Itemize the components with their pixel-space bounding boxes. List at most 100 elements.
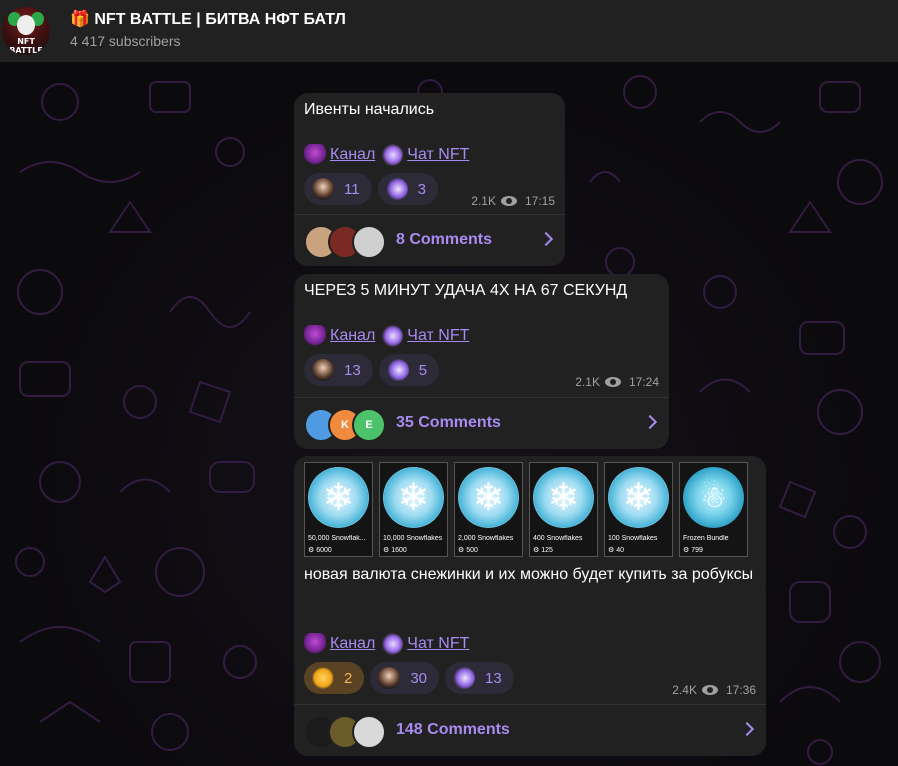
card-price: ⚙ 40 [608,547,625,554]
image-grid[interactable]: ❄ 50,000 Snowflak... ⚙ 6000 ❄ 10,000 Sno… [304,462,754,557]
reaction-chip[interactable]: 5 [378,354,440,386]
card-price: ⚙ 1600 [383,547,407,554]
reaction-chip[interactable]: 11 [304,173,372,205]
card-price: ⚙ 500 [458,547,478,554]
card-name: 10,000 Snowflakes [383,535,443,542]
reaction-chip[interactable]: 13 [445,662,514,694]
link-chat[interactable]: Чат NFT [407,635,469,653]
channel-title[interactable]: 🎁 NFT BATTLE | БИТВА НФТ БАТЛ [70,9,346,29]
card-price-value: 125 [541,547,553,554]
avatar-logo-text: NFT BATTLE [9,37,43,55]
card-price-value: 799 [691,547,703,554]
star-icon [312,667,334,689]
chat-emoji-icon [381,325,404,347]
reaction-chip-paid[interactable]: 2 [304,662,365,694]
link-chat[interactable]: Чат NFT [407,327,469,345]
card-name: 400 Snowflakes [533,535,583,542]
snowflake-icon: ❄ [397,475,430,519]
man-emoji-icon [312,359,334,381]
subscriber-count: 4 417 subscribers [70,33,181,49]
post-links: Канал Чат NFT [304,324,475,348]
snowflake-icon: ❄ [472,475,505,519]
link-kanal[interactable]: Канал [330,635,375,653]
reaction-count: 5 [418,361,428,379]
commenter-avatar [352,225,386,259]
commenter-avatars [304,715,388,749]
ghost-emoji-icon [385,178,408,200]
kanal-emoji-icon [304,633,326,655]
snowflake-icon: ❄ [547,475,580,519]
man-emoji-icon [378,667,401,689]
snowflake-card[interactable]: ❄ 100 Snowflakes ⚙ 40 [604,462,673,557]
channel-avatar[interactable]: NFT BATTLE [2,7,50,55]
kanal-emoji-icon [304,144,326,166]
chat-emoji-icon [381,144,404,166]
link-kanal[interactable]: Канал [330,146,375,164]
snowflake-icon: ❄ [622,475,655,519]
chevron-right-icon [739,721,755,737]
card-name: 100 Snowflakes [608,535,658,542]
post-links: Канал Чат NFT [304,143,475,167]
avatar-face [17,15,35,35]
post-links: Канал Чат NFT [304,632,475,656]
snowflake-card[interactable]: ❄ 400 Snowflakes ⚙ 125 [529,462,598,557]
snowflake-card[interactable]: ❄ 50,000 Snowflak... ⚙ 6000 [304,462,373,557]
post-meta: 2.1K 17:15 [471,193,555,209]
snowflake-icon: ❄ [322,475,355,519]
reaction-chip[interactable]: 30 [370,662,440,694]
comments-button[interactable]: 148 Comments [294,704,766,756]
reaction-count: 3 [417,180,426,198]
view-count: 2.4K [672,683,697,697]
post-text: новая валюта снежинки и их можно будет к… [304,566,754,583]
card-name: Frozen Bundle [683,535,729,542]
chat-area[interactable]: Ивенты начались Канал Чат NFT 11 3 2.1K … [0,62,898,766]
post-meta: 2.1K 17:24 [575,374,659,390]
reaction-bar: 2 30 13 [304,662,520,694]
eye-icon [701,685,718,695]
post-time: 17:36 [725,683,756,697]
post-bubble[interactable]: ❄ 50,000 Snowflak... ⚙ 6000 ❄ 10,000 Sno… [294,456,766,756]
snowflake-card[interactable]: ❄ 10,000 Snowflakes ⚙ 1600 [379,462,448,557]
eye-icon [604,377,621,387]
commenter-avatars: K E [304,408,388,442]
card-price-value: 40 [616,547,625,554]
comments-label: 8 Comments [396,231,493,248]
reaction-count: 2 [344,669,353,687]
post-bubble[interactable]: ЧЕРЕЗ 5 МИНУТ УДАЧА 4Х НА 67 СЕКУНД Кана… [294,274,669,449]
comments-label: 148 Comments [396,721,510,738]
chevron-right-icon [538,231,554,247]
post-time: 17:15 [524,194,555,208]
chevron-right-icon [642,414,658,430]
frozen-bundle-card[interactable]: ☃ Frozen Bundle ⚙ 799 [679,462,748,557]
ghost-emoji-icon [453,667,476,689]
post-text: ЧЕРЕЗ 5 МИНУТ УДАЧА 4Х НА 67 СЕКУНД [304,282,628,299]
card-price: ⚙ 799 [683,547,703,554]
reaction-chip[interactable]: 13 [304,354,373,386]
frozen-creature-icon: ☃ [700,480,727,515]
card-price-value: 1600 [391,547,407,554]
post-text: Ивенты начались [304,101,435,118]
reaction-count: 11 [344,180,360,198]
comments-label: 35 Comments [396,414,501,431]
commenter-avatar [352,715,386,749]
link-kanal[interactable]: Канал [330,327,375,345]
channel-header[interactable]: NFT BATTLE 🎁 NFT BATTLE | БИТВА НФТ БАТЛ… [0,0,898,62]
link-chat[interactable]: Чат NFT [407,146,469,164]
commenter-avatar: E [352,408,386,442]
kanal-emoji-icon [304,325,326,347]
card-price: ⚙ 6000 [308,547,332,554]
reaction-count: 13 [344,361,361,379]
post-bubble[interactable]: Ивенты начались Канал Чат NFT 11 3 2.1K … [294,93,565,266]
post-time: 17:24 [628,375,659,389]
man-emoji-icon [312,178,334,200]
comments-button[interactable]: 8 Comments [294,214,565,266]
reaction-bar: 11 3 [304,173,444,205]
comments-button[interactable]: K E 35 Comments [294,397,669,449]
reaction-count: 13 [485,669,502,687]
snowflake-card[interactable]: ❄ 2,000 Snowflakes ⚙ 500 [454,462,523,557]
card-name: 2,000 Snowflakes [458,535,514,542]
reaction-chip[interactable]: 3 [377,173,438,205]
reaction-bar: 13 5 [304,354,445,386]
card-price: ⚙ 125 [533,547,553,554]
post-meta: 2.4K 17:36 [672,682,756,698]
